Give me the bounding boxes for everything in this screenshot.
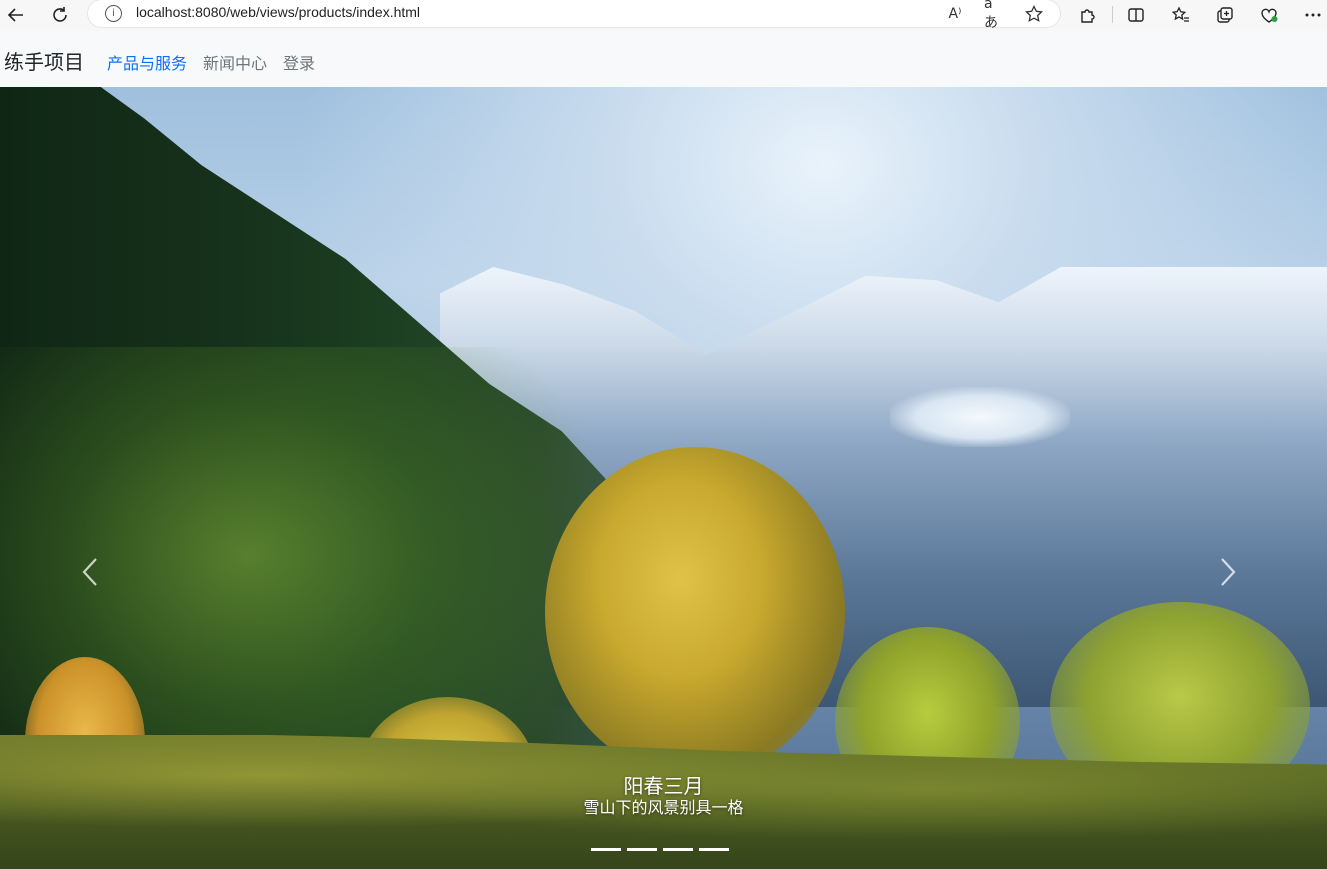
browser-essentials-icon[interactable] (1257, 3, 1281, 27)
browser-toolbar: i localhost:8080/web/views/products/inde… (0, 0, 1327, 31)
read-aloud-icon[interactable]: A⁾ (944, 3, 966, 25)
collections-icon[interactable] (1213, 3, 1237, 27)
url-text[interactable]: localhost:8080/web/views/products/index.… (136, 4, 420, 20)
site-navbar: 练手项目 产品与服务 新闻中心 登录 (0, 31, 1327, 87)
hero-carousel (0, 87, 1327, 869)
carousel-prev-button[interactable] (60, 542, 120, 602)
slide-image-glacier (890, 387, 1070, 447)
toolbar-divider (1112, 6, 1113, 23)
carousel-indicator-1[interactable] (591, 848, 621, 851)
slide-caption-text: 雪山下的风景别具一格 (583, 798, 744, 817)
chevron-right-icon (1221, 558, 1236, 586)
carousel-indicator-2[interactable] (627, 848, 657, 851)
slide-caption-title: 阳春三月 (623, 774, 704, 798)
chevron-left-icon (82, 558, 97, 586)
favorite-star-icon[interactable] (1023, 3, 1045, 25)
carousel-indicator-3[interactable] (663, 848, 693, 851)
back-arrow-icon[interactable] (4, 3, 28, 27)
nav-products-services[interactable]: 产品与服务 (107, 50, 187, 74)
more-menu-icon[interactable] (1301, 3, 1325, 27)
carousel-indicators (591, 848, 729, 851)
favorites-icon[interactable] (1169, 3, 1193, 27)
carousel-next-button[interactable] (1198, 542, 1258, 602)
split-screen-icon[interactable] (1124, 3, 1148, 27)
site-info-icon[interactable]: i (105, 5, 122, 22)
nav-news-center[interactable]: 新闻中心 (203, 50, 267, 74)
tree-golden-large (545, 447, 845, 777)
translate-icon[interactable]: aあ (984, 0, 1006, 31)
navbar-brand[interactable]: 练手项目 (4, 46, 84, 75)
nav-login[interactable]: 登录 (283, 50, 315, 74)
extensions-icon[interactable] (1076, 3, 1100, 27)
carousel-indicator-4[interactable] (699, 848, 729, 851)
refresh-icon[interactable] (48, 3, 72, 27)
address-bar[interactable]: i localhost:8080/web/views/products/inde… (88, 0, 1060, 31)
